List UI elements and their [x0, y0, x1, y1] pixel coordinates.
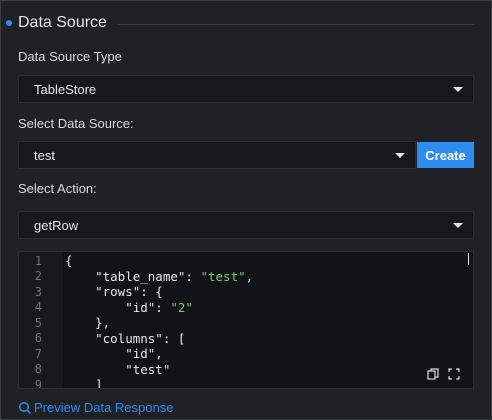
chevron-down-icon: [395, 152, 405, 158]
code-string: "2": [170, 299, 193, 315]
code-line: 4 "id": "2": [19, 300, 193, 316]
code-text: ]: [65, 377, 103, 389]
code-text: "test": [65, 361, 171, 377]
code-line: 7 "id",: [19, 346, 163, 362]
line-number: 2: [34, 269, 42, 284]
line-number: 7: [34, 346, 42, 361]
line-number: 9: [34, 377, 42, 389]
code-line: 6 "columns": [: [19, 331, 186, 347]
copy-icon[interactable]: [427, 368, 439, 380]
bullet-dot-icon: [6, 20, 12, 26]
code-line: 9 ]: [19, 377, 103, 389]
code-text: },: [65, 315, 111, 331]
code-line: 5 },: [19, 315, 110, 331]
fullscreen-icon[interactable]: [448, 368, 460, 380]
chevron-down-icon: [453, 222, 463, 228]
code-line: 2 "table_name": "test",: [19, 269, 253, 285]
code-line: 3 "rows": {: [19, 284, 163, 300]
preview-data-response-link[interactable]: Preview Data Response: [18, 400, 173, 415]
code-text: "columns": [: [65, 330, 186, 346]
type-label: Data Source Type: [18, 49, 122, 64]
create-button[interactable]: Create: [417, 142, 474, 168]
code-line: 8 "test": [19, 362, 171, 378]
code-key: "table_name":: [65, 268, 201, 284]
section-header: Data Source: [6, 12, 107, 34]
code-text: "id": "2": [65, 300, 193, 315]
line-number: 5: [34, 315, 42, 330]
code-text: "id",: [65, 346, 163, 362]
preview-label: Preview Data Response: [34, 400, 174, 415]
action-selected-value: getRow: [34, 217, 79, 233]
code-editor[interactable]: 1 { 2 "table_name": "test", 3 "rows": { …: [18, 251, 474, 389]
code-text: "table_name": "test",: [65, 269, 253, 284]
text-cursor: [468, 253, 469, 265]
code-punct: ,: [245, 268, 254, 284]
action-label: Select Action:: [18, 181, 97, 196]
line-number: 3: [34, 284, 42, 299]
code-line: 1 {: [19, 253, 73, 269]
code-string: "test": [200, 268, 246, 284]
section-title: Data Source: [18, 14, 107, 31]
source-selected-value: test: [34, 147, 55, 163]
line-number: 8: [34, 362, 42, 377]
code-key: "id":: [65, 299, 171, 315]
line-number: 1: [34, 253, 42, 268]
data-source-select[interactable]: test: [18, 141, 416, 169]
data-source-type-select[interactable]: TableStore: [18, 75, 474, 103]
line-number: 6: [34, 331, 42, 346]
section-divider: [118, 24, 474, 25]
action-select[interactable]: getRow: [18, 211, 474, 239]
code-text: {: [65, 253, 73, 269]
source-label: Select Data Source:: [18, 116, 134, 131]
type-selected-value: TableStore: [34, 81, 97, 97]
chevron-down-icon: [453, 86, 463, 92]
code-text: "rows": {: [65, 284, 163, 300]
search-icon: [18, 401, 32, 414]
line-number: 4: [34, 300, 42, 315]
